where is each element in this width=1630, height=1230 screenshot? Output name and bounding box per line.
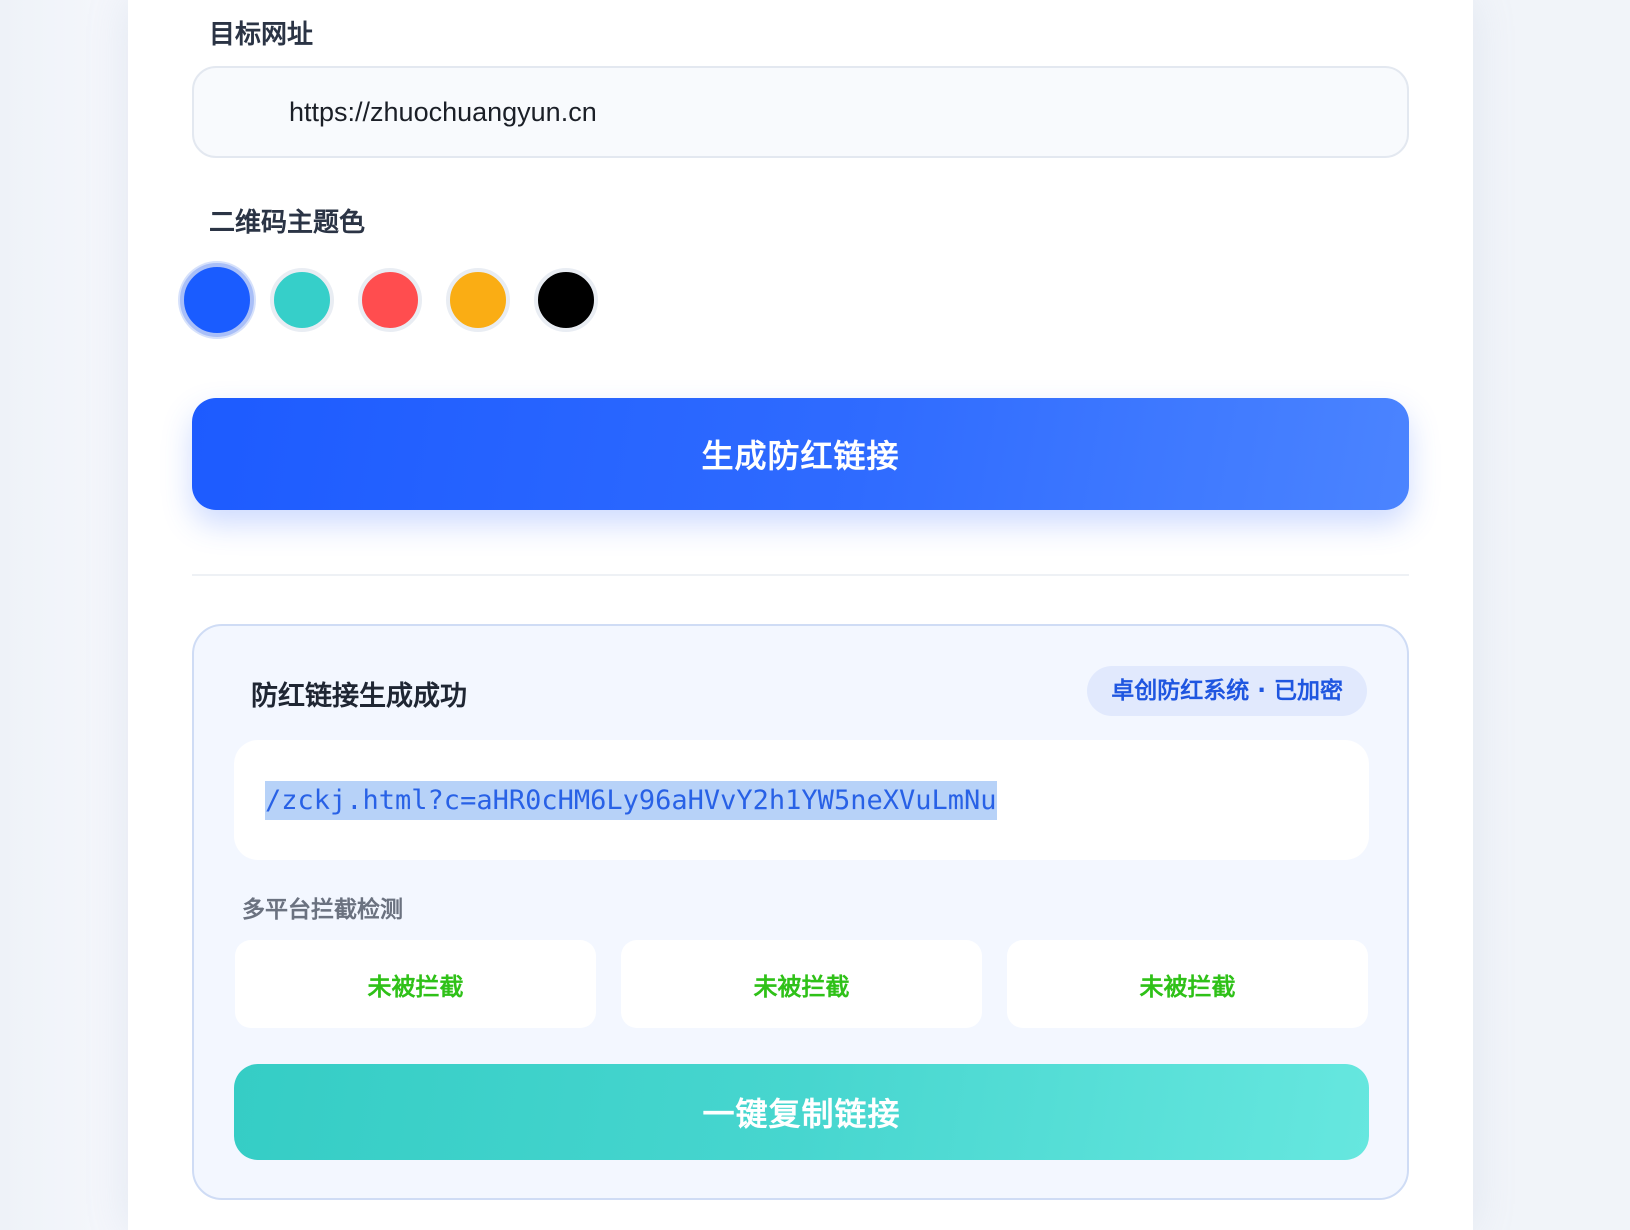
divider [192, 574, 1409, 576]
encryption-badge: 卓创防红系统 · 已加密 [1087, 666, 1367, 716]
detection-result-card: 未被拦截 [235, 940, 596, 1028]
color-swatch-teal[interactable] [270, 268, 334, 332]
form-card: 目标网址 二维码主题色 生成防红链接 防红链接生成成功 卓创防红系统 · 已加密… [128, 0, 1473, 1230]
detection-results: 未被拦截 未被拦截 未被拦截 [235, 940, 1368, 1028]
result-title: 防红链接生成成功 [251, 681, 467, 712]
detection-result-card: 未被拦截 [1007, 940, 1368, 1028]
generated-link-box[interactable]: /zckj.html?c=aHR0cHM6Ly96aHVvY2h1YW5neXV… [234, 740, 1369, 860]
generated-link-text[interactable]: /zckj.html?c=aHR0cHM6Ly96aHVvY2h1YW5neXV… [265, 780, 997, 820]
target-url-input[interactable] [192, 66, 1409, 158]
target-url-label: 目标网址 [209, 20, 314, 50]
color-swatch-orange[interactable] [446, 268, 510, 332]
generate-link-button[interactable]: 生成防红链接 [192, 398, 1409, 510]
detection-label: 多平台拦截检测 [242, 897, 403, 923]
color-swatch-black[interactable] [534, 268, 598, 332]
copy-link-button[interactable]: 一键复制链接 [234, 1064, 1369, 1160]
detection-result-card: 未被拦截 [621, 940, 982, 1028]
result-panel: 防红链接生成成功 卓创防红系统 · 已加密 /zckj.html?c=aHR0c… [192, 624, 1409, 1200]
theme-color-label: 二维码主题色 [209, 208, 366, 238]
color-swatch-blue[interactable] [180, 263, 254, 337]
color-swatch-red[interactable] [358, 268, 422, 332]
